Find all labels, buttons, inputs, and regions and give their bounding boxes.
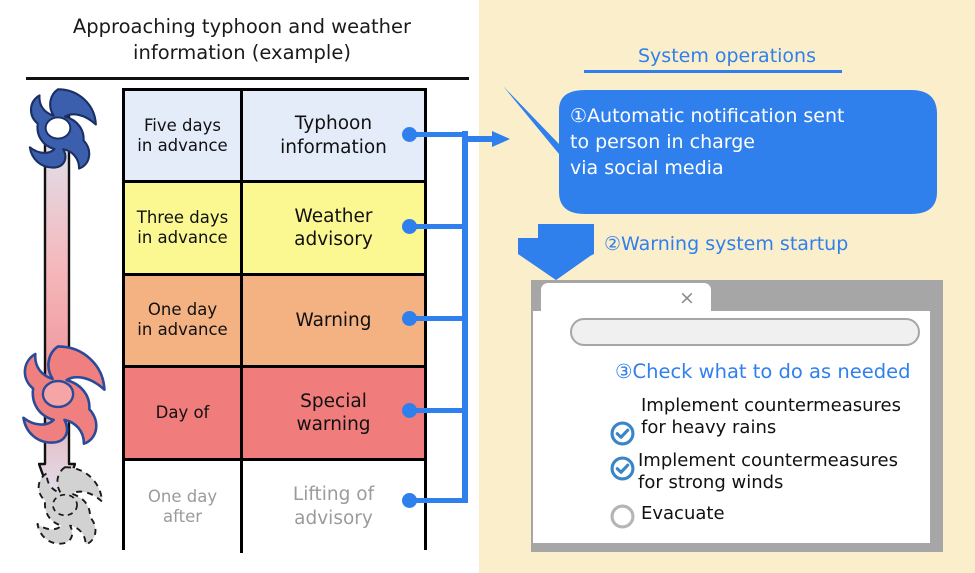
table-row: One day after Lifting of advisory (125, 460, 424, 553)
timing-line2: after (162, 506, 203, 526)
checklist-item[interactable]: Evacuate (641, 503, 841, 525)
checklist-line1: Implement countermeasures (638, 450, 898, 471)
info-line1: Lifting of (292, 484, 375, 506)
timing-line1: Day of (155, 402, 210, 422)
table-cell-timing: One day after (125, 460, 243, 553)
title-divider (26, 77, 469, 80)
left-panel-title-line2: information (example) (133, 40, 351, 64)
connector-dot-3 (402, 311, 417, 326)
table-row: Three days in advance Weather advisory (125, 183, 424, 276)
cyclone-icon-dissipating (36, 466, 103, 546)
left-panel-title: Approaching typhoon and weather informat… (42, 14, 442, 65)
cyclone-icon-peak (22, 345, 106, 445)
table-cell-timing: Day of (125, 368, 243, 458)
checklist-line2: for heavy rains (641, 416, 777, 438)
close-icon[interactable]: × (675, 286, 699, 310)
table-cell-information: Warning (243, 276, 424, 365)
checkbox-checked-icon[interactable] (610, 421, 635, 446)
checklist-line2: for strong winds (638, 471, 784, 493)
timing-line2: in advance (137, 228, 228, 248)
step1-callout: ①Automatic notification sent to person i… (495, 84, 945, 220)
info-line1: Warning (295, 309, 372, 331)
table-row: Day of Special warning (125, 368, 424, 461)
table-row: Five days in advance Typhoon information (125, 91, 424, 184)
search-input[interactable] (570, 318, 920, 346)
table-cell-timing: Five days in advance (125, 91, 243, 181)
step3-heading: ③Check what to do as needed (615, 360, 911, 383)
weather-information-table: Five days in advance Typhoon information… (122, 88, 427, 553)
step2-label: ②Warning system startup (604, 233, 849, 255)
checkbox-unchecked-icon[interactable] (610, 504, 635, 529)
timing-line1: Three days (136, 207, 229, 227)
table-cell-timing: Three days in advance (125, 183, 243, 273)
step1-line1: ①Automatic notification sent (570, 105, 845, 127)
connector-dot-2 (402, 219, 417, 234)
system-operations-heading: System operations (637, 45, 816, 67)
checklist-line1: Evacuate (641, 503, 725, 524)
checklist-item[interactable]: Implement countermeasures for heavy rain… (641, 395, 921, 439)
system-operations-divider (584, 70, 842, 73)
info-line1: Typhoon (294, 113, 373, 135)
table-row: One day in advance Warning (125, 275, 424, 369)
step1-line2: to person in charge (570, 131, 755, 154)
connector-dot-1 (402, 127, 417, 142)
info-line2: advisory (294, 507, 373, 529)
checklist-item[interactable]: Implement countermeasures for strong win… (638, 450, 928, 494)
table-cell-information: Lifting of advisory (243, 461, 424, 553)
table-cell-timing: One day in advance (125, 275, 243, 366)
timing-line1: Five days (144, 115, 221, 135)
cyclone-icon-approaching (28, 88, 97, 170)
table-cell-information: Special warning (243, 368, 424, 457)
timing-line1: One day (147, 486, 218, 506)
table-cell-information: Typhoon information (243, 91, 424, 180)
step1-line3: via social media (570, 157, 724, 180)
info-line2: advisory (294, 229, 373, 251)
info-line1: Weather (294, 205, 373, 227)
timing-line1: One day (147, 300, 218, 320)
timing-line2: in advance (137, 135, 228, 155)
step1-text: ①Automatic notification sent to person i… (570, 103, 920, 182)
timing-line2: in advance (137, 320, 228, 340)
checklist-line1: Implement countermeasures (641, 395, 901, 416)
left-panel-title-line1: Approaching typhoon and weather (72, 15, 412, 38)
connector-dot-4 (402, 403, 417, 418)
info-line1: Special (300, 390, 367, 412)
table-cell-information: Weather advisory (243, 183, 424, 272)
connector-dot-5 (402, 493, 417, 508)
info-line2: warning (296, 413, 371, 435)
info-line2: information (280, 136, 387, 158)
diagram-canvas: Approaching typhoon and weather informat… (0, 0, 975, 573)
down-arrow-icon (518, 224, 594, 280)
checkbox-checked-icon[interactable] (610, 456, 635, 481)
